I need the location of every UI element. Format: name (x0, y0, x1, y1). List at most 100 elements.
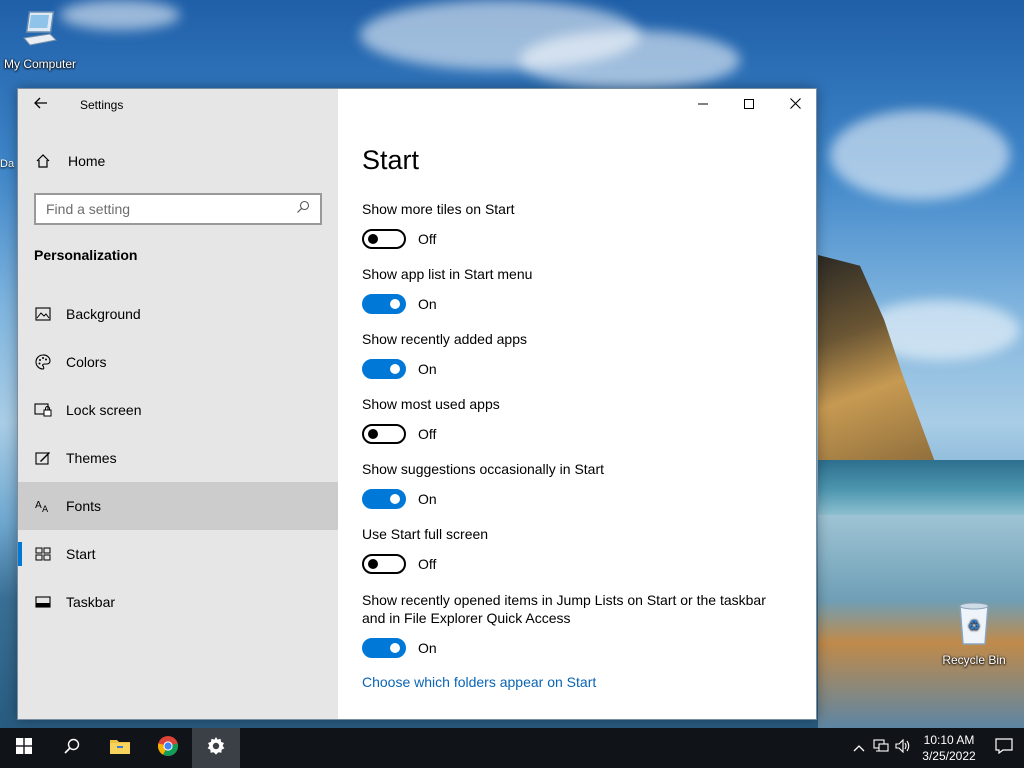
page-title: Start (362, 145, 420, 175)
setting-label: Show app list in Start menu (362, 266, 533, 282)
toggle-state-text: Off (418, 426, 437, 442)
home-icon (34, 152, 52, 170)
gear-icon (206, 736, 226, 761)
settings-content: Start Show more tiles on Start Off Show … (338, 89, 818, 719)
toggle-knob (390, 643, 400, 653)
sidebar-item-home[interactable]: Home (18, 141, 338, 181)
desktop-icon-my-computer[interactable]: My Computer (0, 8, 80, 71)
desktop-icon-recycle-bin[interactable]: ♻ Recycle Bin (934, 602, 1014, 667)
action-center-button[interactable] (984, 728, 1024, 768)
sidebar-item-background[interactable]: Background (18, 290, 338, 338)
speaker-icon (895, 738, 911, 758)
setting-show-more-tiles: Show more tiles on Start Off (362, 200, 792, 249)
settings-sidebar: Settings Home Personalization Background (18, 89, 338, 719)
settings-window: Settings Home Personalization Background (17, 88, 817, 720)
picture-icon (34, 305, 52, 323)
recycle-bin-icon: ♻ (934, 602, 1014, 651)
toggle-switch[interactable] (362, 229, 406, 249)
sidebar-item-taskbar[interactable]: Taskbar (18, 578, 338, 626)
start-button[interactable] (0, 728, 48, 768)
network-icon (873, 738, 889, 758)
toggle-state-text: On (418, 361, 437, 377)
choose-folders-link[interactable]: Choose which folders appear on Start (362, 674, 596, 690)
setting-label: Show most used apps (362, 396, 500, 412)
maximize-button[interactable] (726, 89, 772, 121)
desktop-icon-label-partial: Da (0, 158, 15, 170)
setting-show-most-used: Show most used apps Off (362, 395, 792, 444)
toggle-knob (368, 234, 378, 244)
toggle-state-text: On (418, 640, 437, 656)
toggle-switch[interactable] (362, 294, 406, 314)
chevron-up-icon (853, 739, 865, 757)
desktop-icon-label: Recycle Bin (942, 653, 1006, 667)
svg-text:A: A (35, 500, 42, 511)
toggle-switch[interactable] (362, 638, 406, 658)
search-icon[interactable] (296, 200, 310, 219)
search-box (34, 193, 322, 225)
toggle-switch[interactable] (362, 359, 406, 379)
setting-label: Show recently added apps (362, 331, 527, 347)
sidebar-item-label: Themes (66, 450, 117, 466)
sidebar-item-label: Fonts (66, 498, 102, 514)
close-button[interactable] (772, 89, 818, 121)
sidebar-item-colors[interactable]: Colors (18, 338, 338, 386)
section-title: Personalization (34, 247, 138, 263)
sidebar-item-start[interactable]: Start (18, 530, 338, 578)
taskbar-settings[interactable] (192, 728, 240, 768)
show-hidden-icons-button[interactable] (848, 728, 870, 768)
setting-use-start-full-screen: Use Start full screen Off (362, 525, 792, 574)
toggle-switch[interactable] (362, 489, 406, 509)
sidebar-item-lock-screen[interactable]: Lock screen (18, 386, 338, 434)
sidebar-item-label: Taskbar (66, 594, 116, 610)
taskbar-search-button[interactable] (48, 728, 96, 768)
minimize-button[interactable] (680, 89, 726, 121)
search-input[interactable] (46, 201, 296, 217)
toggle-knob (368, 559, 378, 569)
svg-text:A: A (42, 505, 49, 514)
taskbar-chrome[interactable] (144, 728, 192, 768)
fonts-icon: AA (34, 497, 52, 515)
lock-screen-icon (34, 401, 52, 419)
toggle-knob (368, 429, 378, 439)
back-arrow-icon (34, 96, 48, 114)
toggle-knob (390, 364, 400, 374)
start-layout-icon (34, 545, 52, 563)
volume-button[interactable] (892, 728, 914, 768)
desktop-wallpaper-sea (818, 460, 1024, 520)
setting-label: Show recently opened items in Jump Lists… (362, 592, 766, 626)
sidebar-item-label: Home (68, 153, 106, 169)
toggle-switch[interactable] (362, 554, 406, 574)
palette-icon (34, 353, 52, 371)
clock-date: 3/25/2022 (922, 749, 976, 763)
toggle-knob (390, 299, 400, 309)
desktop-wallpaper-rock (818, 255, 938, 470)
notification-icon (995, 737, 1013, 759)
desktop-icon-label: My Computer (3, 57, 77, 71)
folder-icon (109, 737, 131, 760)
setting-show-suggestions: Show suggestions occasionally in Start O… (362, 460, 792, 509)
sidebar-item-label: Lock screen (66, 402, 142, 418)
taskbar-clock[interactable]: 10:10 AM 3/25/2022 (914, 732, 984, 764)
setting-label: Show more tiles on Start (362, 201, 515, 217)
setting-show-app-list: Show app list in Start menu On (362, 265, 792, 314)
taskbar: 10:10 AM 3/25/2022 (0, 728, 1024, 768)
clock-time: 10:10 AM (923, 733, 975, 747)
sidebar-item-themes[interactable]: Themes (18, 434, 338, 482)
search-icon (64, 738, 80, 759)
title-bar: Settings (18, 89, 338, 121)
sidebar-item-label: Colors (66, 354, 107, 370)
toggle-switch[interactable] (362, 424, 406, 444)
taskbar-file-explorer[interactable] (96, 728, 144, 768)
toggle-state-text: Off (418, 556, 437, 572)
window-controls (680, 89, 818, 121)
sidebar-nav: Background Colors Lock screen Themes A A… (18, 290, 338, 626)
svg-text:♻: ♻ (968, 618, 981, 634)
setting-show-recently-added: Show recently added apps On (362, 330, 792, 379)
taskbar-icon (34, 593, 52, 611)
back-button[interactable] (18, 89, 64, 121)
toggle-state-text: On (418, 296, 437, 312)
network-button[interactable] (870, 728, 892, 768)
windows-logo-icon (16, 737, 32, 759)
close-icon (789, 96, 801, 114)
sidebar-item-fonts[interactable]: AA Fonts (18, 482, 338, 530)
